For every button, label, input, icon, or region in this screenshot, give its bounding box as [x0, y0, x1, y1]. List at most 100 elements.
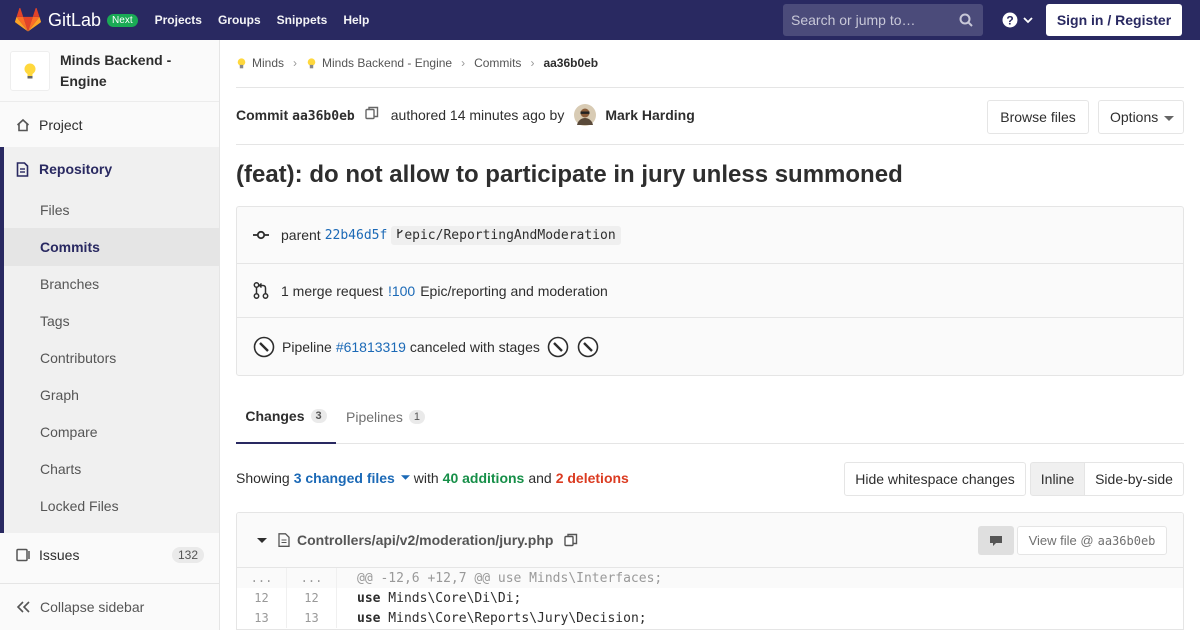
chevron-right-icon: ›	[293, 56, 298, 70]
collapse-sidebar-button[interactable]: Collapse sidebar	[0, 583, 219, 630]
nav-groups[interactable]: Groups	[218, 13, 261, 27]
hunk-text: @@ -12,6 +12,7 @@ use Minds\Interfaces;	[357, 570, 663, 586]
old-line-number[interactable]: ...	[237, 568, 287, 588]
sidebar-item-label: Project	[39, 116, 83, 133]
chevron-down-icon	[1023, 17, 1033, 24]
file-icon	[278, 533, 290, 547]
breadcrumb-current[interactable]: aa36b0eb	[543, 56, 598, 70]
sidebar-item-files[interactable]: Files	[40, 202, 70, 218]
canceled-stage-icon[interactable]	[547, 336, 569, 358]
code-text: Minds\Core\Reports\Jury\Decision;	[380, 610, 647, 626]
parent-label: parent	[281, 227, 321, 243]
help-dropdown[interactable]: ?	[1002, 12, 1034, 28]
side-by-side-view-button[interactable]: Side-by-side	[1084, 462, 1184, 496]
canceled-status-icon[interactable]	[253, 336, 275, 358]
sidebar-item-branches[interactable]: Branches	[40, 276, 99, 292]
sidebar-item-project[interactable]: Project	[0, 102, 219, 147]
tab-pipelines[interactable]: Pipelines 1	[346, 390, 425, 444]
additions-count: 40 additions	[442, 470, 525, 486]
home-icon	[16, 118, 30, 131]
inline-view-button[interactable]: Inline	[1030, 462, 1085, 496]
new-line-number[interactable]: ...	[287, 568, 337, 588]
mr-count-text: 1 merge request	[281, 282, 383, 299]
hide-whitespace-button[interactable]: Hide whitespace changes	[844, 462, 1026, 496]
copy-icon[interactable]	[564, 533, 578, 547]
authored-text: authored 14 minutes ago by	[390, 107, 565, 123]
commit-label: Commit	[236, 107, 289, 123]
top-navbar: GitLab Next Projects Groups Snippets Hel…	[0, 0, 1200, 40]
sidebar-item-repository[interactable]	[0, 147, 219, 533]
sidebar-item-locked-files[interactable]: Locked Files	[40, 498, 119, 514]
sidebar-project-header[interactable]: Minds Backend - Engine	[0, 40, 219, 102]
old-line-number[interactable]: 13	[237, 608, 287, 628]
view-file-sha: aa36b0eb	[1097, 533, 1156, 548]
pipeline-status-text: canceled with stages	[409, 338, 540, 355]
diff-hunk-header: ... ... @@ -12,6 +12,7 @@ use Minds\Inte…	[237, 568, 1183, 588]
search-input[interactable]: Search or jump to…	[783, 4, 983, 36]
search-placeholder: Search or jump to…	[791, 12, 916, 28]
breadcrumb-project[interactable]: Minds Backend - Engine	[322, 56, 452, 70]
branch-ref[interactable]: epic/ReportingAndModeration	[391, 225, 621, 245]
view-file-button[interactable]: View file @ aa36b0eb	[1017, 526, 1167, 555]
code-keyword: use	[357, 590, 381, 606]
parent-sha-link[interactable]: 22b46d5f	[325, 228, 388, 243]
sidebar-item-graph[interactable]: Graph	[40, 387, 79, 403]
nav-help[interactable]: Help	[343, 13, 369, 27]
canceled-stage-icon[interactable]	[577, 336, 599, 358]
new-line-number[interactable]: 13	[287, 608, 337, 628]
options-dropdown[interactable]: Options	[1098, 100, 1184, 134]
mr-link[interactable]: !100	[388, 283, 415, 299]
tab-label: Changes	[245, 408, 305, 424]
new-line-number[interactable]: 12	[287, 588, 337, 608]
changed-files-label: 3 changed files	[293, 470, 395, 486]
chevron-down-icon[interactable]	[257, 538, 267, 544]
old-line-number[interactable]: 12	[237, 588, 287, 608]
sidebar-item-charts[interactable]: Charts	[40, 461, 81, 477]
sign-in-button[interactable]: Sign in / Register	[1046, 4, 1182, 36]
author-name[interactable]: Mark Harding	[605, 107, 694, 123]
caret-down-icon	[400, 475, 410, 480]
next-badge[interactable]: Next	[107, 13, 138, 27]
pipeline-row: Pipeline #61813319 canceled with stages	[237, 318, 1183, 375]
sidebar-item-issues[interactable]: Issues 132	[0, 536, 219, 574]
nav-snippets[interactable]: Snippets	[277, 13, 328, 27]
lightbulb-icon	[24, 63, 36, 78]
pipeline-link[interactable]: #61813319	[336, 339, 406, 355]
diff-file: Controllers/api/v2/moderation/jury.php V…	[236, 512, 1184, 630]
sidebar-repository-heading[interactable]: Repository	[0, 147, 219, 191]
code-line: use Minds\Core\Reports\Jury\Decision;	[357, 611, 647, 626]
caret-down-icon	[1164, 116, 1174, 121]
commit-tabs: Changes 3 Pipelines 1	[236, 390, 1184, 444]
avatar[interactable]	[574, 104, 597, 126]
file-path[interactable]: Controllers/api/v2/moderation/jury.php	[297, 532, 553, 548]
search-icon	[959, 13, 973, 27]
pipeline-label: Pipeline	[282, 338, 332, 355]
browse-files-button[interactable]: Browse files	[987, 100, 1089, 134]
sidebar-item-commits[interactable]: Commits	[40, 239, 100, 255]
commit-header: Commit aa36b0eb authored 14 minutes ago …	[236, 104, 695, 126]
merge-request-icon	[253, 282, 269, 299]
sidebar: Minds Backend - Engine Project Repositor…	[0, 40, 220, 630]
project-name: Minds Backend - Engine	[60, 51, 172, 89]
gitlab-home-link[interactable]: GitLab Next	[15, 8, 138, 32]
chevron-right-icon: ›	[530, 56, 535, 70]
copy-icon[interactable]	[365, 106, 379, 120]
tab-changes[interactable]: Changes 3	[236, 390, 336, 444]
code-line: use Minds\Core\Di\Di;	[357, 591, 521, 606]
project-avatar	[10, 50, 50, 91]
breadcrumb: Minds › Minds Backend - Engine › Commits…	[236, 56, 598, 70]
changed-files-dropdown[interactable]: 3 changed files	[294, 470, 410, 486]
breadcrumb-minds[interactable]: Minds	[252, 56, 284, 70]
sidebar-item-tags[interactable]: Tags	[40, 313, 70, 329]
sidebar-item-contributors[interactable]: Contributors	[40, 350, 116, 366]
lightbulb-icon	[237, 57, 246, 68]
sidebar-item-compare[interactable]: Compare	[40, 424, 98, 440]
commit-title: (feat): do not allow to participate in j…	[236, 161, 903, 188]
merge-request-row: 1 merge request !100 Epic/reporting and …	[237, 264, 1183, 318]
issues-icon	[16, 548, 30, 562]
nav-projects[interactable]: Projects	[155, 13, 202, 27]
header-divider	[236, 87, 1184, 88]
breadcrumb-commits[interactable]: Commits	[474, 56, 521, 70]
comment-toggle-button[interactable]	[978, 526, 1014, 555]
parent-row: parent 22b46d5f epic/ReportingAndModerat…	[237, 207, 1183, 264]
